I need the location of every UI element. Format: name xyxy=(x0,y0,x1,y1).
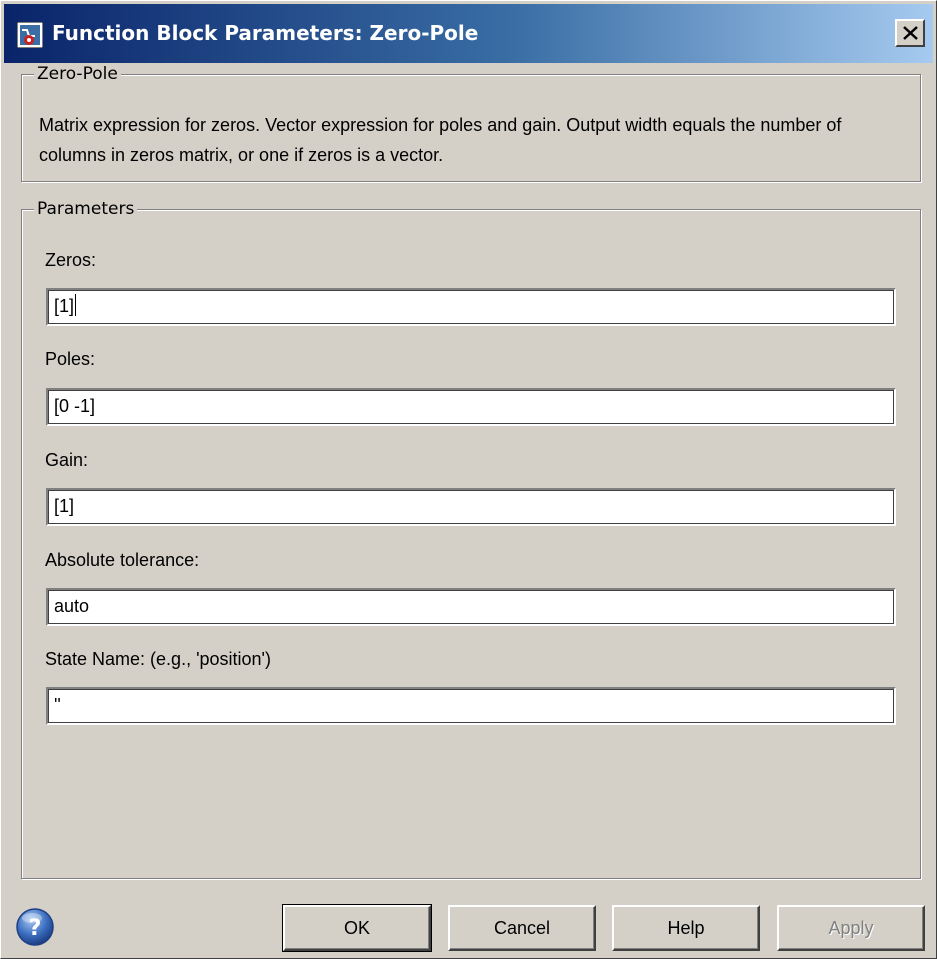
poles-value: [0 -1] xyxy=(54,396,96,416)
absolute-tolerance-field[interactable]: auto xyxy=(46,588,896,626)
poles-field[interactable]: [0 -1] xyxy=(46,388,896,426)
poles-label: Poles: xyxy=(45,349,96,369)
help-icon[interactable]: ? xyxy=(15,907,55,947)
svg-text:?: ? xyxy=(29,916,42,941)
ok-button[interactable]: OK xyxy=(282,904,432,952)
state-name-label: State Name: (e.g., 'position') xyxy=(45,649,271,669)
text-caret xyxy=(75,294,77,316)
absolute-tolerance-label: Absolute tolerance: xyxy=(45,550,200,570)
parameters-group: Parameters Zeros: [1] Poles: [0 -1] Gain… xyxy=(21,198,921,879)
zero-pole-legend: Zero-Pole xyxy=(34,63,121,85)
gain-label: Gain: xyxy=(45,450,89,470)
simulink-block-icon xyxy=(17,22,43,48)
absolute-tolerance-value: auto xyxy=(54,596,90,616)
apply-button[interactable]: Apply xyxy=(777,905,925,951)
zeros-value: [1] xyxy=(54,296,75,316)
title-bar[interactable]: Function Block Parameters: Zero-Pole xyxy=(4,4,933,63)
dialog-window: Function Block Parameters: Zero-Pole Zer… xyxy=(0,0,937,959)
close-icon xyxy=(903,26,918,40)
cancel-button[interactable]: Cancel xyxy=(448,905,596,951)
window-title: Function Block Parameters: Zero-Pole xyxy=(52,21,479,45)
zeros-label: Zeros: xyxy=(45,250,97,270)
help-button[interactable]: Help xyxy=(612,905,760,951)
state-name-field[interactable]: '' xyxy=(46,687,896,725)
parameters-legend: Parameters xyxy=(34,198,138,220)
zero-pole-group: Zero-Pole Matrix expression for zeros. V… xyxy=(21,63,921,182)
state-name-value: '' xyxy=(54,695,61,715)
gain-field[interactable]: [1] xyxy=(46,488,896,526)
block-description: Matrix expression for zeros. Vector expr… xyxy=(39,115,842,165)
close-button[interactable] xyxy=(895,19,925,47)
gain-value: [1] xyxy=(54,496,75,516)
zeros-field[interactable]: [1] xyxy=(46,288,896,326)
